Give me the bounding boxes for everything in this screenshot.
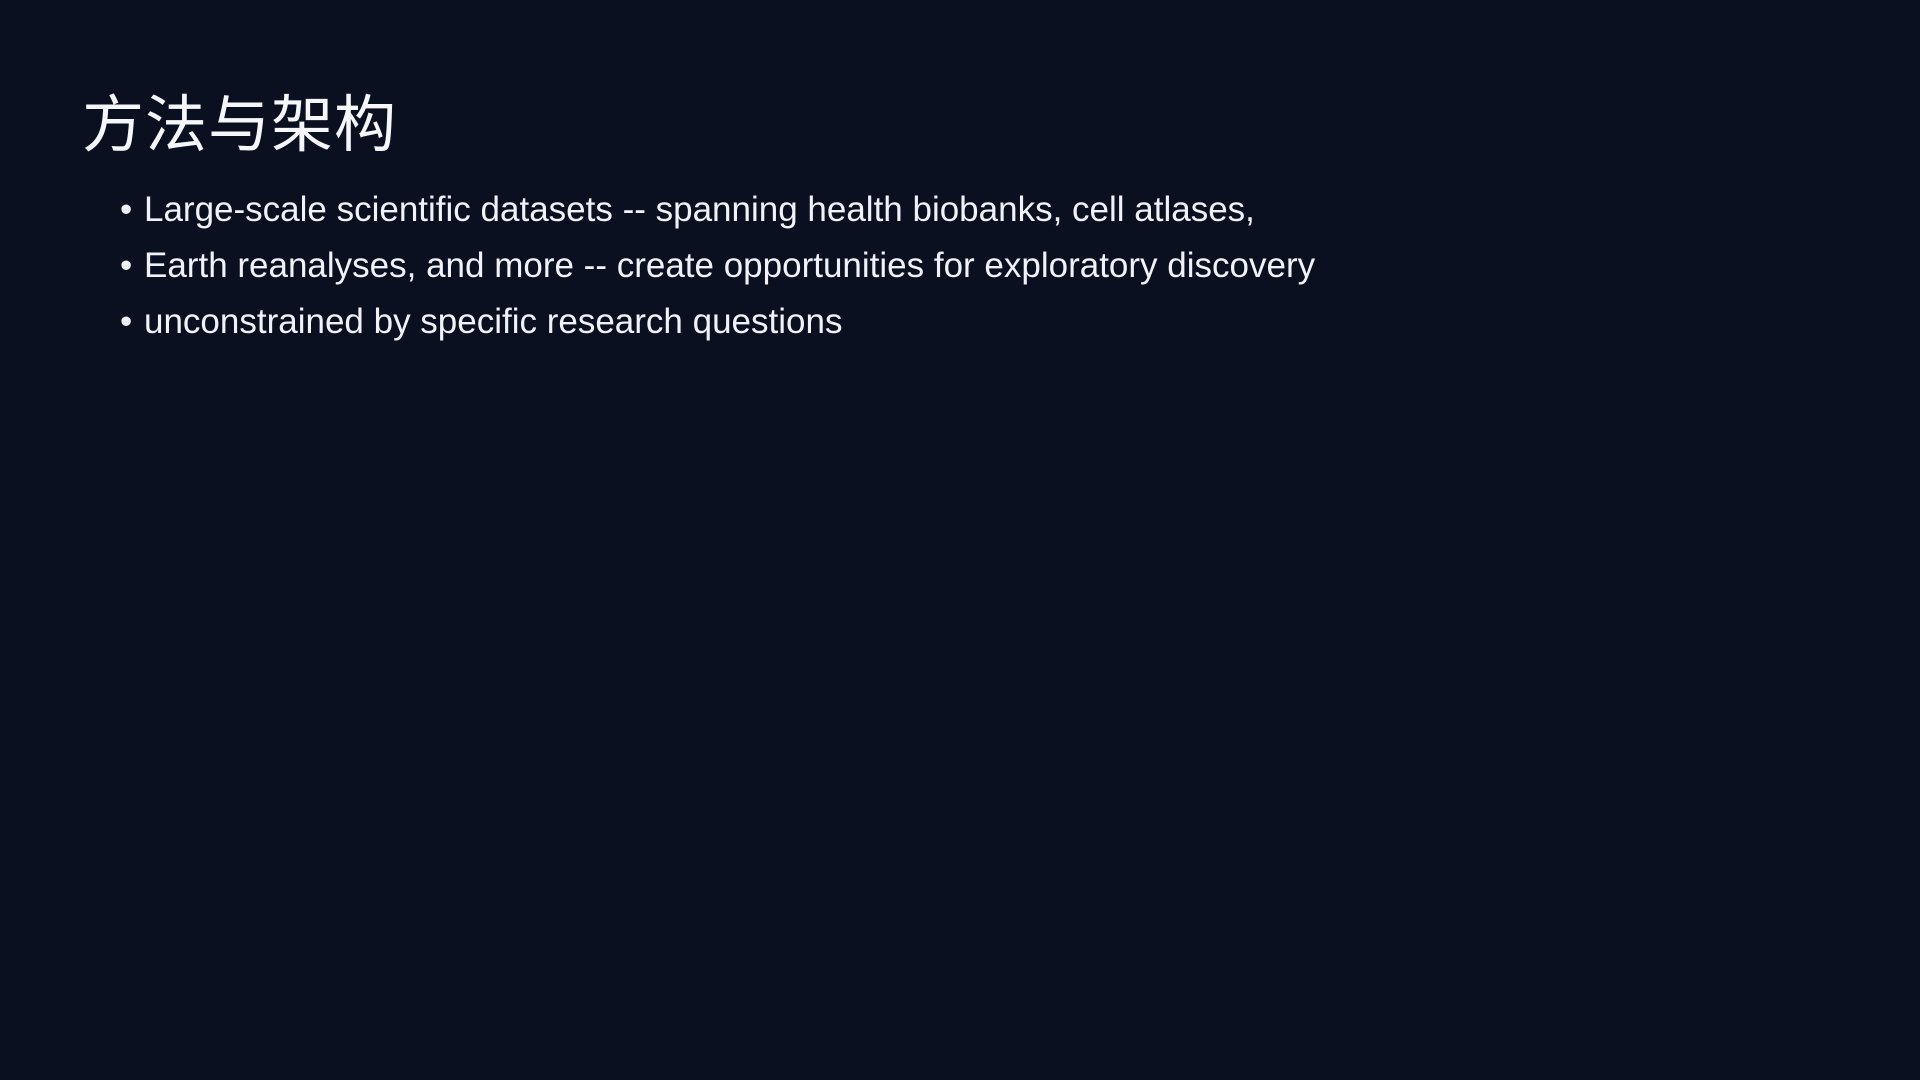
bullet-item: • unconstrained by specific research que… bbox=[120, 294, 1315, 350]
bullet-marker: • bbox=[120, 302, 133, 341]
bullet-marker: • bbox=[120, 246, 133, 285]
bullet-text: Large-scale scientific datasets -- spann… bbox=[144, 190, 1255, 229]
bullet-marker: • bbox=[120, 190, 133, 229]
bullet-text: Earth reanalyses, and more -- create opp… bbox=[144, 246, 1316, 285]
bullet-text: unconstrained by specific research quest… bbox=[144, 302, 843, 341]
slide-title: 方法与架构 bbox=[82, 88, 398, 161]
bullet-item: • Earth reanalyses, and more -- create o… bbox=[120, 238, 1315, 294]
slide: 方法与架构 • Large-scale scientific datasets … bbox=[0, 0, 1920, 1080]
bullet-item: • Large-scale scientific datasets -- spa… bbox=[120, 182, 1315, 238]
bullet-list: • Large-scale scientific datasets -- spa… bbox=[120, 182, 1315, 350]
